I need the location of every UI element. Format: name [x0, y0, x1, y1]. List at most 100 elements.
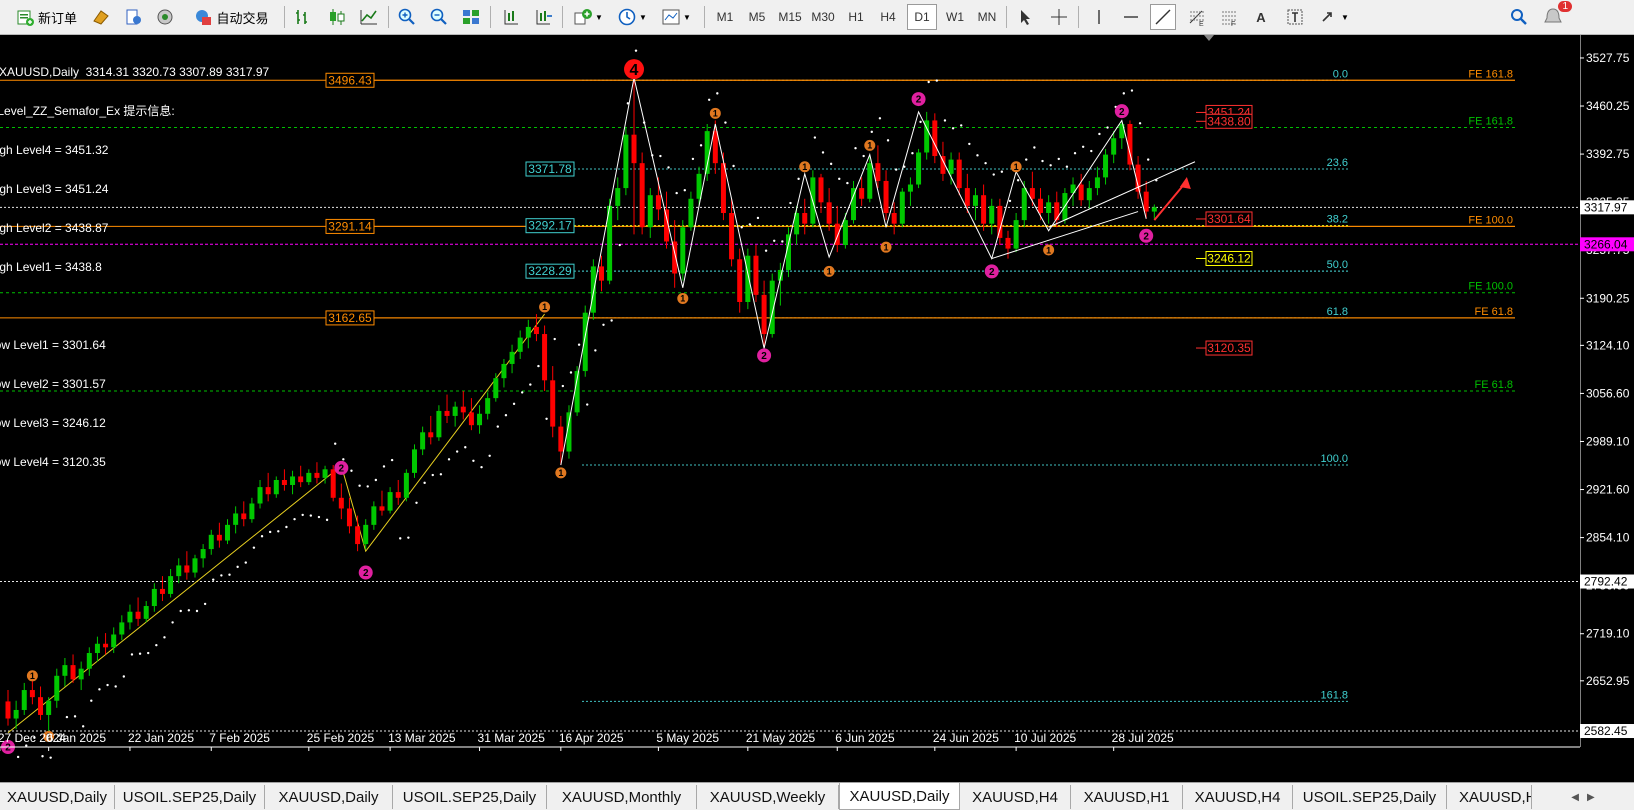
- timeframe-m5[interactable]: M5: [742, 4, 772, 30]
- sar-dot: [984, 161, 987, 165]
- sar-dot: [707, 98, 711, 101]
- notifications-button[interactable]: 1: [1540, 1, 1572, 30]
- main-toolbar: 新订单 自动交易 ▼ ▼ ▼ M1 M5 M15 M30 H1 H4 D1 W1…: [0, 0, 1634, 35]
- candle-body: [916, 152, 922, 185]
- candle-body: [907, 184, 913, 192]
- sar-dot: [951, 127, 955, 130]
- cyan-level-label: 3228.29: [528, 264, 572, 278]
- autoscroll-icon: [504, 10, 518, 25]
- zoom-in-button[interactable]: [394, 4, 420, 30]
- timeframe-h4[interactable]: H4: [873, 4, 903, 30]
- timeframe-mn[interactable]: MN: [972, 4, 1002, 30]
- candle-body: [38, 697, 44, 715]
- navigator-icon: [126, 9, 141, 25]
- candle-body: [1103, 154, 1109, 178]
- tile-windows-button[interactable]: [458, 4, 484, 30]
- fibo-expansion-button[interactable]: F: [1216, 4, 1242, 30]
- tab-chart[interactable]: USOIL.SEP25,Daily: [1293, 785, 1447, 809]
- vertical-line-button[interactable]: [1086, 4, 1112, 30]
- bar-chart-button[interactable]: [290, 4, 316, 30]
- timeframe-m1[interactable]: M1: [710, 4, 740, 30]
- tab-chart[interactable]: USOIL.SEP25,Daily: [115, 785, 265, 809]
- autoscroll-button[interactable]: [498, 4, 524, 30]
- candle-body: [964, 188, 970, 206]
- timeframe-m15[interactable]: M15: [775, 4, 805, 30]
- chart-shift-button[interactable]: [530, 4, 556, 30]
- sar-dot: [423, 481, 426, 485]
- arrows-dropdown[interactable]: ▼: [1314, 4, 1354, 30]
- tab-chart[interactable]: XAUUSD,Daily: [0, 785, 115, 809]
- tab-scroll-arrows[interactable]: ◀ ▶: [1532, 785, 1634, 809]
- sar-dot: [252, 546, 256, 549]
- horizontal-line-button[interactable]: [1118, 4, 1144, 30]
- scroll-left-icon: ◀: [1571, 791, 1579, 803]
- candle-body: [859, 188, 865, 199]
- templates-dropdown[interactable]: ▼: [656, 4, 696, 30]
- tab-chart[interactable]: XAUUSD,H4: [1183, 785, 1293, 809]
- sar-dot: [236, 565, 239, 569]
- candlestick-icon: [330, 9, 345, 25]
- semafor-marker-label: 1: [542, 302, 547, 312]
- candle-body: [403, 472, 409, 498]
- tab-chart[interactable]: XAUUSD,H4: [960, 785, 1071, 809]
- indicator-line: Low Level4 = 3120.35: [0, 455, 106, 469]
- cursor-icon: [1021, 10, 1030, 25]
- auto-trading-button[interactable]: 自动交易: [186, 4, 276, 30]
- fibonacci-button[interactable]: E: [1184, 4, 1210, 30]
- timeframe-m30[interactable]: M30: [808, 4, 838, 30]
- sar-dot: [293, 517, 296, 521]
- tab-chart[interactable]: XAUUSD,Weekly: [697, 785, 839, 809]
- new-order-label: 新订单: [37, 10, 77, 26]
- candle-body: [62, 665, 68, 676]
- line-chart-button[interactable]: [356, 4, 382, 30]
- price-axis[interactable]: 3527.753460.253392.753325.253257.753190.…: [1580, 35, 1634, 780]
- sar-dot: [179, 609, 182, 613]
- text-box-button[interactable]: [1282, 4, 1308, 30]
- timeframe-h1[interactable]: H1: [841, 4, 871, 30]
- candle-body: [1111, 138, 1117, 155]
- sar-dot: [49, 756, 52, 759]
- tab-chart-active[interactable]: XAUUSD,Daily: [839, 783, 960, 810]
- sar-dot: [98, 688, 101, 691]
- sar-dot: [90, 699, 93, 702]
- candle-body: [420, 432, 426, 450]
- market-watch-button[interactable]: [88, 4, 114, 30]
- periodicity-dropdown[interactable]: ▼: [612, 4, 652, 30]
- new-order-button[interactable]: 新订单: [8, 4, 84, 30]
- templates-icon: [662, 9, 680, 25]
- candlestick-button[interactable]: [324, 4, 350, 30]
- search-button[interactable]: [1506, 4, 1532, 30]
- candle-body: [1151, 207, 1157, 212]
- tab-chart[interactable]: XAUUSD,H1: [1071, 785, 1183, 809]
- timeframe-w1[interactable]: W1: [940, 4, 970, 30]
- trendline-button[interactable]: [1150, 4, 1176, 30]
- tab-chart[interactable]: XAUUSD,H: [1447, 785, 1532, 809]
- text-label-button[interactable]: A: [1248, 4, 1274, 30]
- y-tick-label: 3527.75: [1586, 51, 1630, 65]
- navigator-button[interactable]: [120, 4, 146, 30]
- cursor-button[interactable]: [1012, 4, 1038, 30]
- tab-chart[interactable]: USOIL.SEP25,Daily: [393, 785, 547, 809]
- signals-button[interactable]: [152, 4, 178, 30]
- tab-chart[interactable]: XAUUSD,Monthly: [547, 785, 697, 809]
- candle-body: [883, 180, 889, 213]
- zoom-out-button[interactable]: [426, 4, 452, 30]
- timeframe-d1[interactable]: D1: [907, 4, 937, 30]
- candle-body: [1021, 188, 1027, 221]
- sar-dot: [732, 164, 735, 168]
- candle-body: [517, 337, 523, 352]
- crosshair-button[interactable]: [1046, 4, 1072, 30]
- indicator-line: Low Level2 = 3301.57: [0, 377, 106, 391]
- sar-dot: [683, 189, 686, 192]
- line-chart-icon: [360, 10, 377, 25]
- candle-body: [233, 513, 239, 525]
- indicators-dropdown[interactable]: ▼: [568, 4, 608, 30]
- candle-body: [70, 665, 76, 680]
- periodicity-icon: [618, 8, 636, 26]
- candle-body: [477, 413, 483, 426]
- sar-dot: [1016, 179, 1020, 182]
- semafor-marker-label: 2: [1143, 231, 1149, 242]
- tab-chart[interactable]: XAUUSD,Daily: [265, 785, 393, 809]
- indicators-icon: [574, 9, 593, 25]
- candle-body: [338, 497, 344, 509]
